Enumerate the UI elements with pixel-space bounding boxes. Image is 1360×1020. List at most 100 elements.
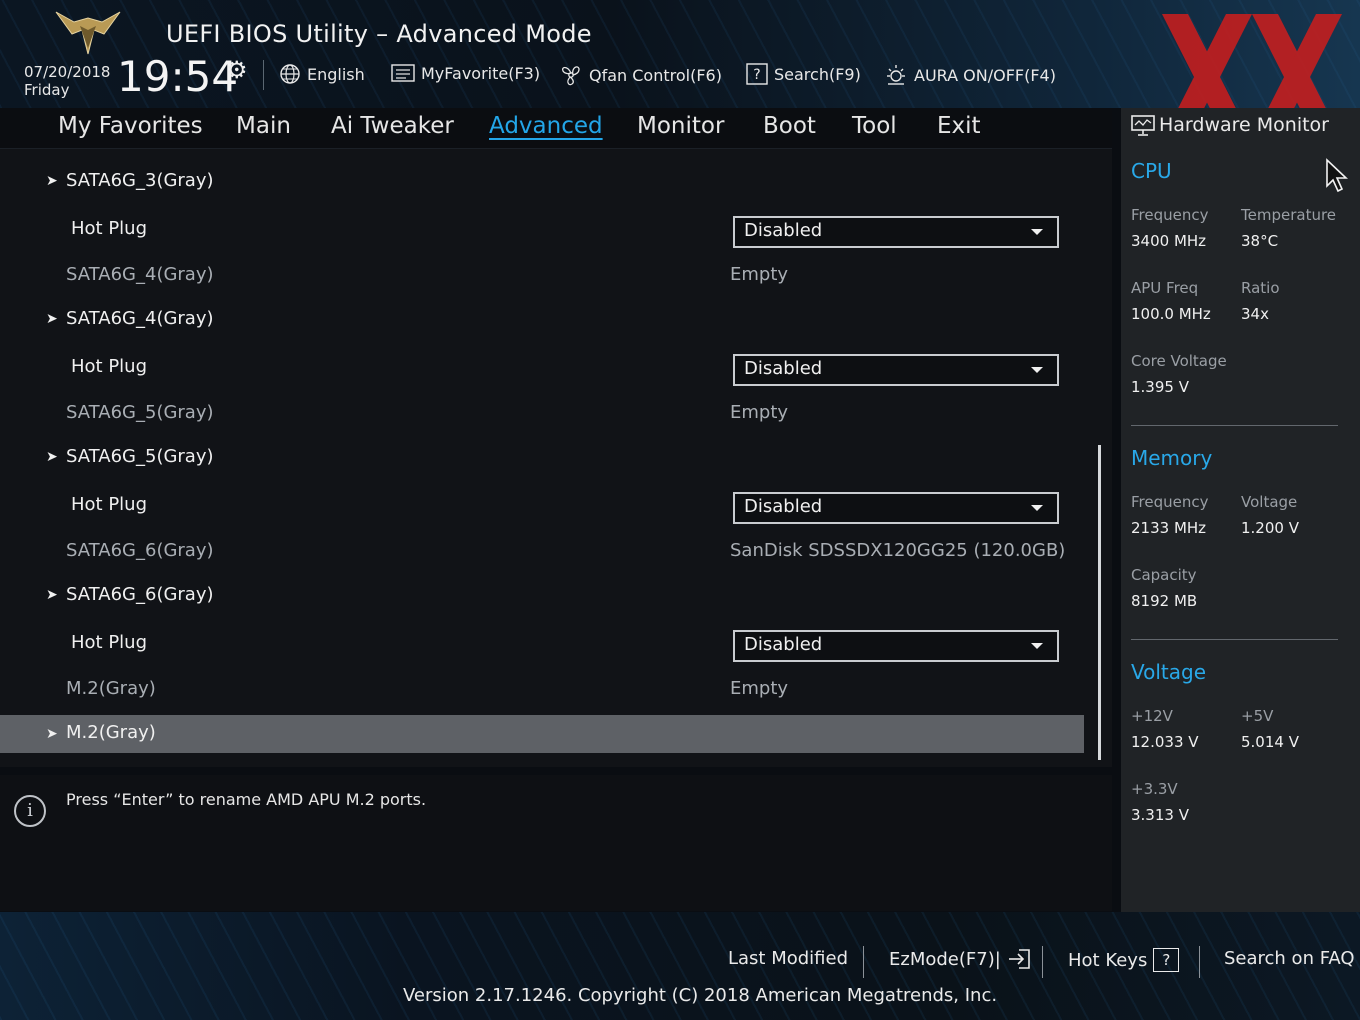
fan-icon — [561, 66, 580, 86]
version-text: Version 2.17.1246. Copyright (C) 2018 Am… — [403, 985, 998, 1006]
divider — [1042, 946, 1043, 978]
submenu-label: SATA6G_6(Gray) — [66, 584, 214, 605]
memory-heading: Memory — [1131, 446, 1213, 470]
submenu-label: M.2(Gray) — [66, 722, 156, 743]
date-display: 07/20/2018 Friday — [24, 63, 110, 99]
ratio-label: Ratio — [1241, 279, 1280, 297]
ezmode-button[interactable]: EzMode(F7)| — [889, 948, 1031, 970]
cpu-frequency-value: 3400 MHz — [1131, 232, 1207, 250]
submenu-arrow-icon: ➤ — [46, 173, 58, 189]
v5-value: 5.014 V — [1241, 733, 1299, 751]
tab-advanced[interactable]: Advanced — [489, 113, 603, 139]
submenu-sata6g-4[interactable]: ➤ SATA6G_4(Gray) — [0, 300, 1084, 340]
app-title: UEFI BIOS Utility – Advanced Mode — [166, 20, 592, 48]
chevron-down-icon — [1031, 367, 1043, 373]
hot-keys-button[interactable]: Hot Keys ? — [1068, 948, 1180, 972]
dropdown-value: Disabled — [744, 358, 823, 379]
info-label: SATA6G_6(Gray) — [66, 540, 214, 561]
tab-boot[interactable]: Boot — [763, 113, 816, 139]
tab-tool[interactable]: Tool — [852, 113, 897, 139]
hot-plug-sata3-dropdown[interactable]: Disabled — [733, 216, 1059, 248]
qfan-button[interactable]: Qfan Control(F6) — [559, 63, 722, 87]
v33-value: 3.313 V — [1131, 806, 1189, 824]
submenu-label: SATA6G_5(Gray) — [66, 446, 214, 467]
search-button[interactable]: ? Search(F9) — [746, 63, 861, 85]
search-faq-button[interactable]: Search on FAQ — [1224, 948, 1355, 969]
aura-light-icon — [887, 65, 905, 85]
submenu-arrow-icon: ➤ — [46, 311, 58, 327]
myfavorite-button[interactable]: MyFavorite(F3) — [391, 63, 540, 83]
tab-exit[interactable]: Exit — [937, 113, 981, 139]
globe-icon — [280, 64, 300, 84]
submenu-label: SATA6G_4(Gray) — [66, 308, 214, 329]
info-label: M.2(Gray) — [66, 678, 156, 699]
submenu-arrow-icon: ➤ — [46, 726, 58, 742]
search-label: Search(F9) — [774, 64, 861, 84]
date-text: 07/20/2018 — [24, 63, 111, 81]
divider — [263, 60, 264, 90]
ezmode-exit-icon — [1008, 949, 1030, 969]
memory-voltage-value: 1.200 V — [1241, 519, 1299, 537]
last-modified-button[interactable]: Last Modified — [728, 948, 848, 969]
cpu-frequency-label: Frequency — [1131, 206, 1209, 224]
help-text: Press “Enter” to rename AMD APU M.2 port… — [66, 790, 427, 809]
hardware-monitor-title: Hardware Monitor — [1159, 114, 1329, 136]
dropdown-value: Disabled — [744, 220, 823, 241]
info-sata6g-4: SATA6G_4(Gray) Empty — [0, 256, 1084, 296]
setting-label: Hot Plug — [71, 218, 148, 239]
submenu-sata6g-6[interactable]: ➤ SATA6G_6(Gray) — [0, 576, 1084, 616]
submenu-sata6g-3[interactable]: ➤ SATA6G_3(Gray) — [0, 162, 1084, 202]
last-modified-label: Last Modified — [728, 948, 849, 969]
ratio-value: 34x — [1241, 305, 1269, 323]
gear-icon[interactable]: ⚙ — [226, 56, 248, 84]
hot-plug-sata4-dropdown[interactable]: Disabled — [733, 354, 1059, 386]
top-bar: UEFI BIOS Utility – Advanced Mode 07/20/… — [0, 0, 1360, 108]
clock: 19:54 — [117, 52, 239, 101]
hot-plug-sata6-dropdown[interactable]: Disabled — [733, 630, 1059, 662]
svg-text:?: ? — [753, 67, 760, 83]
memory-capacity-value: 8192 MB — [1131, 592, 1198, 610]
v33-label: +3.3V — [1131, 780, 1178, 798]
cursor-icon — [1326, 158, 1349, 193]
core-voltage-label: Core Voltage — [1131, 352, 1227, 370]
core-voltage-value: 1.395 V — [1131, 378, 1189, 396]
scrollbar[interactable] — [1098, 445, 1101, 760]
divider — [1131, 425, 1338, 426]
tab-monitor[interactable]: Monitor — [637, 113, 724, 139]
info-sata6g-6: SATA6G_6(Gray) SanDisk SDSSDX120GG25 (12… — [0, 532, 1084, 572]
submenu-sata6g-5[interactable]: ➤ SATA6G_5(Gray) — [0, 438, 1084, 478]
divider — [863, 946, 864, 978]
aura-label: AURA ON/OFF(F4) — [914, 65, 1056, 85]
tab-ai-tweaker[interactable]: Ai Tweaker — [331, 113, 454, 139]
aura-button[interactable]: AURA ON/OFF(F4) — [884, 63, 1056, 87]
divider — [1199, 946, 1200, 978]
submenu-m2-selected[interactable]: ➤ M.2(Gray) — [0, 715, 1084, 753]
v5-label: +5V — [1241, 707, 1274, 725]
cpu-temperature-value: 38°C — [1241, 232, 1279, 250]
chevron-down-icon — [1031, 229, 1043, 235]
language-button[interactable]: English — [279, 63, 365, 85]
voltage-heading: Voltage — [1131, 660, 1207, 684]
tab-main[interactable]: Main — [236, 113, 291, 139]
setting-label: Hot Plug — [71, 494, 148, 515]
info-sata6g-5: SATA6G_5(Gray) Empty — [0, 394, 1084, 434]
v12-label: +12V — [1131, 707, 1173, 725]
info-label: SATA6G_5(Gray) — [66, 402, 214, 423]
chevron-down-icon — [1031, 505, 1043, 511]
ezmode-label: EzMode(F7)| — [889, 948, 1001, 970]
hot-keys-key: ? — [1153, 948, 1180, 972]
day-text: Friday — [24, 81, 70, 99]
apu-freq-value: 100.0 MHz — [1131, 305, 1211, 323]
divider — [1131, 639, 1338, 640]
hot-plug-sata5-dropdown[interactable]: Disabled — [733, 492, 1059, 524]
hot-keys-label: Hot Keys — [1068, 949, 1148, 971]
info-value: Empty — [730, 678, 789, 699]
tab-my-favorites[interactable]: My Favorites — [58, 113, 203, 139]
tuf-logo — [55, 11, 121, 55]
qfan-label: Qfan Control(F6) — [589, 65, 722, 85]
info-value: Empty — [730, 402, 789, 423]
info-icon: i — [14, 795, 46, 827]
info-label: SATA6G_4(Gray) — [66, 264, 214, 285]
setting-label: Hot Plug — [71, 356, 148, 377]
v12-value: 12.033 V — [1131, 733, 1199, 751]
